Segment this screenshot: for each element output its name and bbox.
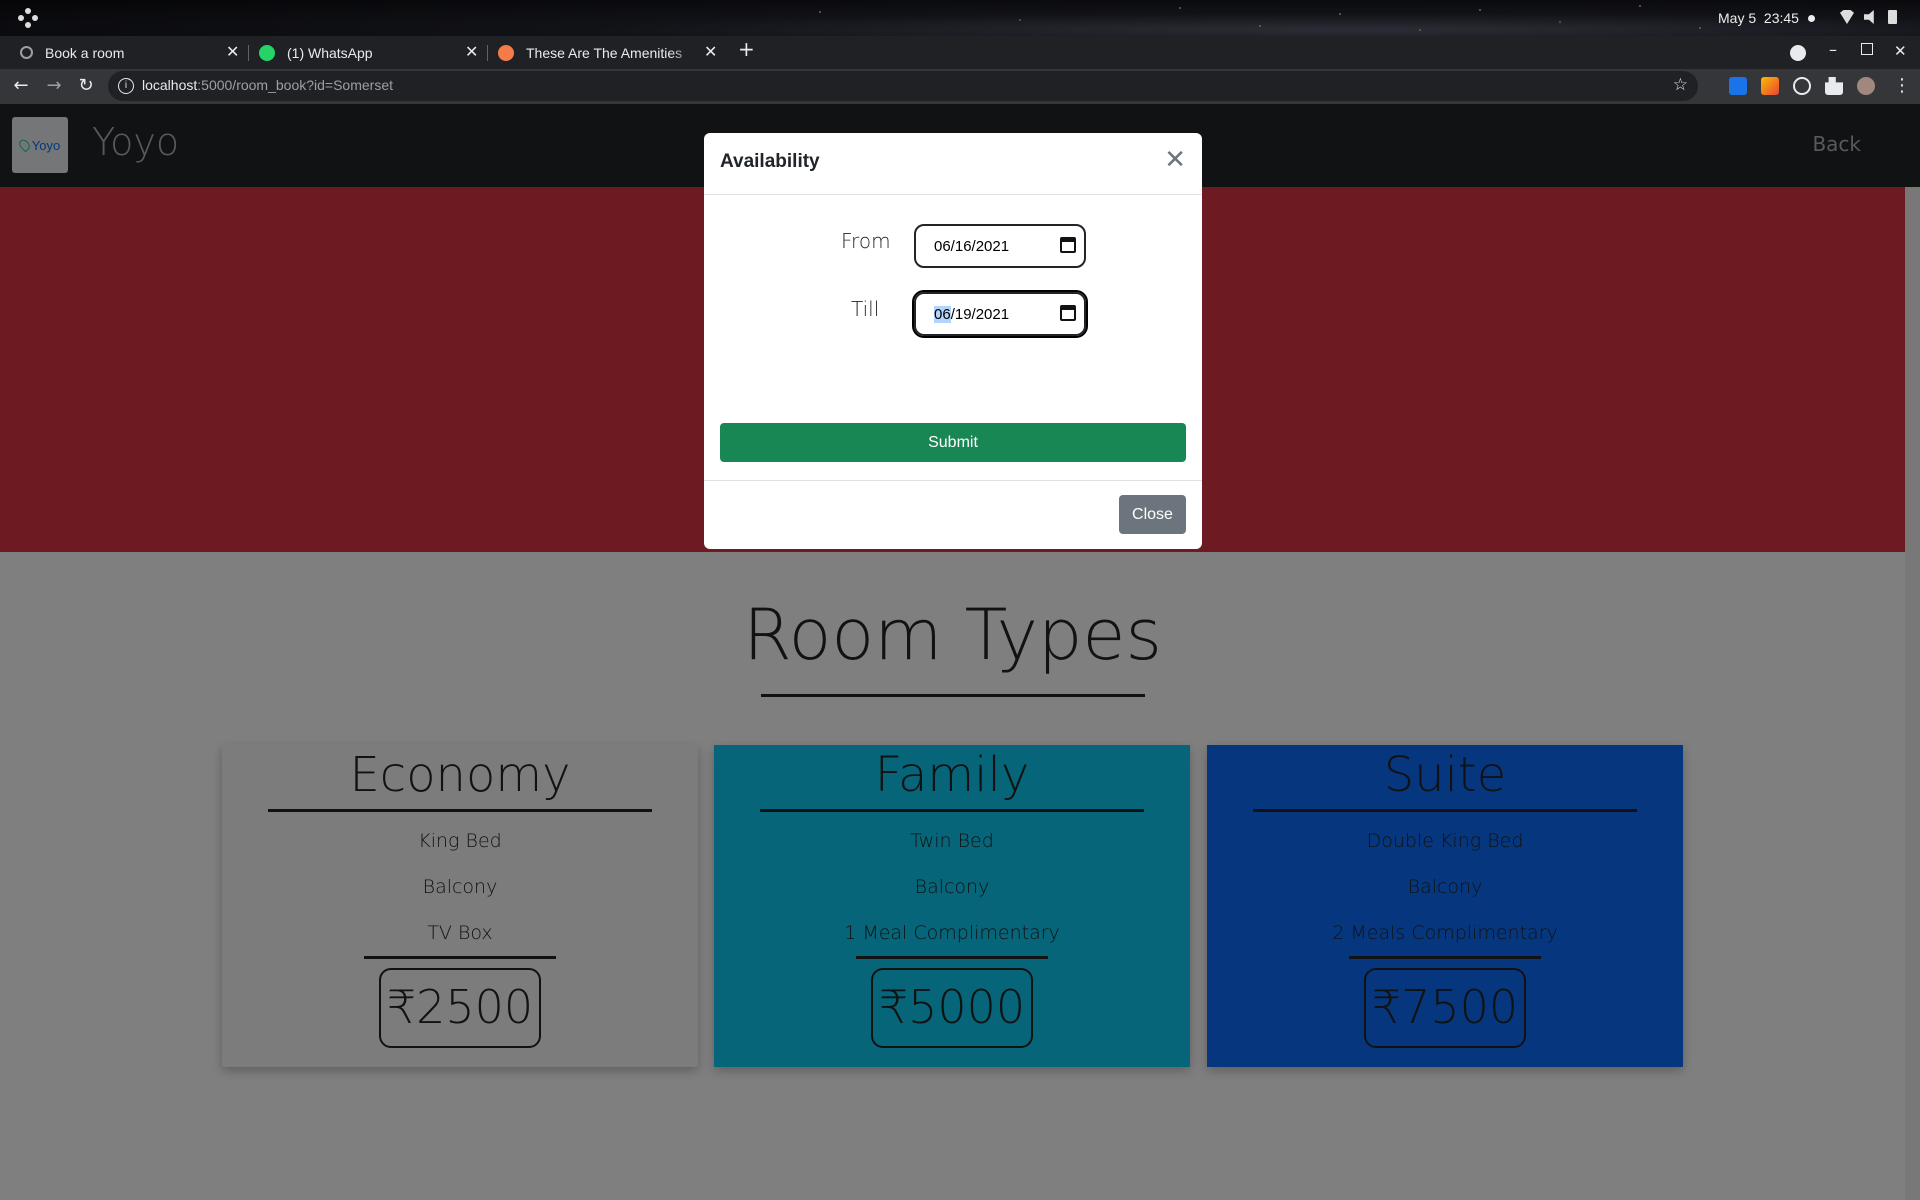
tab-close-icon[interactable]: ✕ xyxy=(465,42,478,62)
notification-dot-icon xyxy=(1808,15,1815,22)
from-date-input[interactable]: 06/16/2021 xyxy=(914,224,1086,268)
os-clock[interactable]: May 5 23:45 xyxy=(1718,10,1799,26)
os-time: 23:45 xyxy=(1763,10,1799,26)
address-bar[interactable]: i localhost:5000/room_book?id=Somerset ☆ xyxy=(108,71,1698,101)
wifi-icon xyxy=(1840,10,1854,24)
profile-avatar[interactable] xyxy=(1857,77,1875,95)
system-tray[interactable] xyxy=(1840,10,1897,24)
tab-amenities[interactable]: These Are The Amenities ✕ xyxy=(498,36,718,69)
minimize-icon[interactable]: – xyxy=(1829,40,1837,59)
browser-toolbar: ← → ↻ i localhost:5000/room_book?id=Some… xyxy=(0,69,1920,104)
till-date-month-segment[interactable]: 06 xyxy=(934,306,951,323)
window-close-icon[interactable]: ✕ xyxy=(1894,42,1907,60)
close-button[interactable]: Close xyxy=(1119,495,1186,534)
calendar-icon[interactable] xyxy=(1060,237,1076,253)
availability-modal: Availability ✕ From 06/16/2021 Till 06/1… xyxy=(704,133,1202,549)
till-date-value-rest: /19/2021 xyxy=(950,306,1010,323)
kebab-menu-icon[interactable]: ⋮ xyxy=(1893,75,1911,96)
tab-whatsapp[interactable]: (1) WhatsApp ✕ xyxy=(259,36,479,69)
globe-icon xyxy=(20,46,33,59)
tab-close-icon[interactable]: ✕ xyxy=(226,42,239,62)
app-menu-icon[interactable] xyxy=(18,8,38,28)
site-info-icon[interactable]: i xyxy=(118,78,134,94)
tab-title: Book a room xyxy=(45,44,125,61)
back-arrow-icon[interactable]: ← xyxy=(9,74,33,98)
new-tab-button[interactable]: + xyxy=(738,37,755,61)
url-text[interactable]: localhost:5000/room_book?id=Somerset xyxy=(142,77,393,93)
tab-divider xyxy=(487,45,488,61)
extension-react-icon[interactable] xyxy=(1793,77,1811,95)
wallpaper-stars xyxy=(0,0,1920,36)
whatsapp-icon xyxy=(259,44,275,61)
tab-title: These Are The Amenities xyxy=(526,44,683,61)
restore-icon[interactable] xyxy=(1861,43,1873,55)
page-viewport: Yoyo Yoyo Back Room Types Economy King B… xyxy=(0,104,1920,1200)
extension-icon[interactable] xyxy=(1729,77,1747,95)
blog-icon xyxy=(498,44,514,61)
from-label: From xyxy=(841,229,891,253)
from-date-value: 06/16/2021 xyxy=(934,238,1010,255)
submit-button[interactable]: Submit xyxy=(720,423,1186,462)
tab-book-a-room[interactable]: Book a room ✕ xyxy=(20,36,240,69)
reload-icon[interactable]: ↻ xyxy=(74,74,98,98)
tab-divider xyxy=(248,45,249,61)
bookmark-star-icon[interactable]: ☆ xyxy=(1673,75,1688,95)
modal-close-icon[interactable]: ✕ xyxy=(1164,147,1186,173)
volume-icon xyxy=(1864,10,1874,24)
os-date: May 5 xyxy=(1718,10,1757,26)
till-label: Till xyxy=(851,297,880,321)
url-path: :5000/room_book?id=Somerset xyxy=(197,77,393,93)
tab-search-icon[interactable] xyxy=(1790,45,1806,61)
battery-icon xyxy=(1888,10,1897,24)
tab-title: (1) WhatsApp xyxy=(287,44,373,61)
till-date-input[interactable]: 06/19/2021 xyxy=(912,290,1088,338)
forward-arrow-icon[interactable]: → xyxy=(42,74,66,98)
modal-title: Availability xyxy=(720,151,820,172)
extension-color-icon[interactable] xyxy=(1761,77,1779,95)
url-host: localhost xyxy=(142,77,198,93)
os-top-bar: May 5 23:45 xyxy=(0,0,1920,36)
modal-header: Availability ✕ xyxy=(704,133,1202,195)
tab-close-icon[interactable]: ✕ xyxy=(704,42,717,62)
modal-footer-divider xyxy=(704,480,1202,481)
calendar-icon[interactable] xyxy=(1060,305,1076,321)
browser-tab-strip: Book a room ✕ (1) WhatsApp ✕ These Are T… xyxy=(0,36,1920,69)
puzzle-extensions-icon[interactable] xyxy=(1825,77,1843,95)
